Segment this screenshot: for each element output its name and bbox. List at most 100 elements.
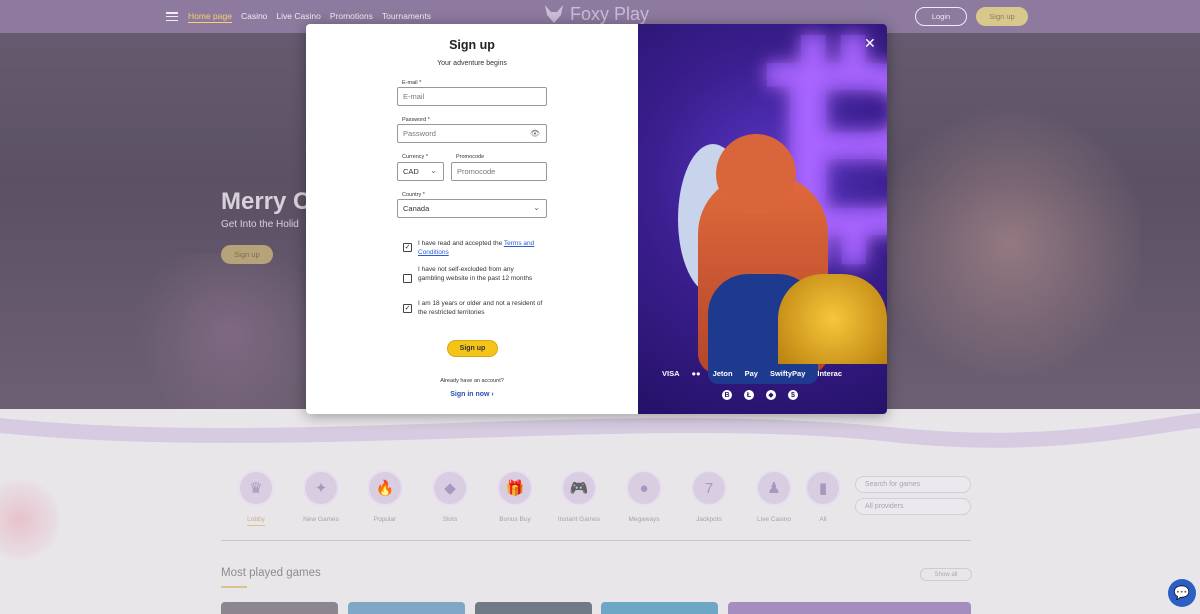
signup-submit-button[interactable]: Sign up [447, 340, 498, 357]
flame-icon: 🔥 [367, 470, 403, 506]
fox-head-decoration [716, 134, 796, 214]
password-field[interactable]: Password 👁 [397, 124, 547, 143]
section-underline [221, 586, 247, 588]
show-all-button[interactable]: Show all [920, 568, 972, 581]
category-all[interactable]: ▮ All [805, 470, 841, 523]
gold-coins-decoration [778, 274, 887, 364]
age-checkbox[interactable]: ✓ [403, 304, 412, 313]
jackpot-icon: 7 [691, 470, 727, 506]
category-label: Bonus Buy [499, 516, 531, 523]
wave-divider [0, 413, 1200, 468]
mastercard-icon: ●● [691, 369, 701, 378]
category-label: Lobby [247, 516, 265, 526]
decoration-left [0, 475, 60, 565]
eye-icon[interactable]: 👁 [530, 129, 540, 138]
fox-logo-icon [545, 5, 563, 23]
category-label: Popular [373, 516, 397, 523]
chat-bubble-icon[interactable]: 💬 [1168, 579, 1196, 607]
category-lobby[interactable]: ♛ Lobby [231, 470, 281, 526]
category-instant-games[interactable]: 🎮 Instant Games [554, 470, 604, 523]
game-thumbnail[interactable] [475, 602, 592, 614]
chevron-down-icon: ⌄ [430, 166, 437, 175]
category-live-casino[interactable]: ♟ Live Casino [749, 470, 799, 523]
already-account-text: Already have an account? [440, 378, 504, 384]
gem-icon: ◆ [432, 470, 468, 506]
hero-decoration [880, 93, 1140, 393]
divider [221, 540, 971, 541]
nav-link-casino[interactable]: Casino [241, 11, 267, 23]
sign-in-link[interactable]: Sign in now › [306, 391, 638, 398]
hero-title: Merry C [221, 188, 311, 215]
section-title: Most played games [221, 567, 321, 579]
modal-subtitle: Your adventure begins [437, 60, 507, 67]
signup-form: Sign up Your adventure begins E-mail * E… [306, 24, 638, 414]
terms-prefix: I have read and accepted the [418, 240, 504, 247]
category-label: Megaways [628, 516, 660, 523]
nav-link-promotions[interactable]: Promotions [330, 11, 373, 23]
modal-title: Sign up [449, 38, 495, 52]
age-text: I am 18 years or older and not a residen… [418, 300, 543, 316]
category-popular[interactable]: 🔥 Popular [360, 470, 410, 523]
ethereum-icon: ◆ [766, 390, 776, 400]
signup-modal: Sign up Your adventure begins E-mail * E… [306, 24, 887, 414]
email-placeholder: E-mail [403, 92, 425, 101]
nav-link-live-casino[interactable]: Live Casino [276, 11, 320, 23]
header-signup-button[interactable]: Sign up [976, 7, 1028, 26]
category-label: All [819, 516, 827, 523]
category-slots[interactable]: ◆ Slots [425, 470, 475, 523]
currency-value: CAD [403, 167, 419, 176]
self-exclusion-checkbox[interactable] [403, 274, 412, 283]
payment-methods: VISA ●● Jeton Pay SwiftyPay Interac [662, 369, 842, 378]
menu-icon[interactable] [166, 12, 178, 21]
chevron-down-icon: ⌄ [533, 203, 540, 212]
crypto-methods: B Ł ◆ $ [722, 390, 798, 400]
logo-text: Foxy Play [570, 3, 650, 24]
swiftypay-icon: SwiftyPay [769, 369, 806, 378]
bitcoin-icon: B [722, 390, 732, 400]
terms-checkbox[interactable]: ✓ [403, 243, 412, 252]
country-select[interactable]: Canada ⌄ [397, 199, 547, 218]
hero-subtitle: Get Into the Holid [221, 219, 299, 230]
category-label: Instant Games [557, 516, 601, 523]
category-new-games[interactable]: ✦ New Games [296, 470, 346, 523]
terms-text: I have read and accepted the Terms and C… [418, 239, 548, 257]
category-megaways[interactable]: ● Megaways [619, 470, 669, 523]
gamepad-icon: 🎮 [561, 470, 597, 506]
login-button[interactable]: Login [915, 7, 967, 26]
litecoin-icon: Ł [744, 390, 754, 400]
hero-signup-button[interactable]: Sign up [221, 245, 273, 264]
promocode-label: Promocode [456, 154, 485, 160]
dealer-icon: ♟ [756, 470, 792, 506]
crown-icon: ♛ [238, 470, 274, 506]
game-thumbnail[interactable] [601, 602, 718, 614]
site-logo[interactable]: Foxy Play [543, 3, 649, 25]
megaways-icon: ● [626, 470, 662, 506]
game-thumbnail[interactable] [728, 602, 971, 614]
providers-select[interactable]: All providers [855, 498, 971, 515]
category-jackpots[interactable]: 7 Jackpots [684, 470, 734, 523]
game-thumbnail[interactable] [221, 602, 338, 614]
all-games-icon: ▮ [805, 470, 841, 506]
new-games-icon: ✦ [303, 470, 339, 506]
gift-icon: 🎁 [497, 470, 533, 506]
currency-select[interactable]: CAD ⌄ [397, 162, 444, 181]
game-thumbnail[interactable] [348, 602, 465, 614]
nav-link-home[interactable]: Home page [188, 11, 232, 23]
jeton-icon: Jeton [712, 369, 733, 378]
password-label: Password * [402, 117, 430, 123]
category-label: Jackpots [696, 516, 722, 523]
promo-artwork: ₿ VISA ●● Jeton Pay SwiftyPay Interac B … [638, 24, 887, 414]
country-value: Canada [403, 204, 430, 213]
nav-link-tournaments[interactable]: Tournaments [382, 11, 431, 23]
category-bonus-buy[interactable]: 🎁 Bonus Buy [490, 470, 540, 523]
game-search-input[interactable]: Search for games [855, 476, 971, 493]
visa-icon: VISA [662, 369, 680, 378]
close-icon[interactable]: ✕ [864, 35, 876, 52]
category-label: Live Casino [757, 516, 791, 523]
category-label: New Games [303, 516, 339, 523]
nav-links: Home page Casino Live Casino Promotions … [188, 11, 431, 23]
promocode-field[interactable]: Promocode [451, 162, 547, 181]
interac-icon: Interac [817, 369, 842, 378]
currency-label: Currency * [402, 154, 428, 160]
email-field[interactable]: E-mail [397, 87, 547, 106]
